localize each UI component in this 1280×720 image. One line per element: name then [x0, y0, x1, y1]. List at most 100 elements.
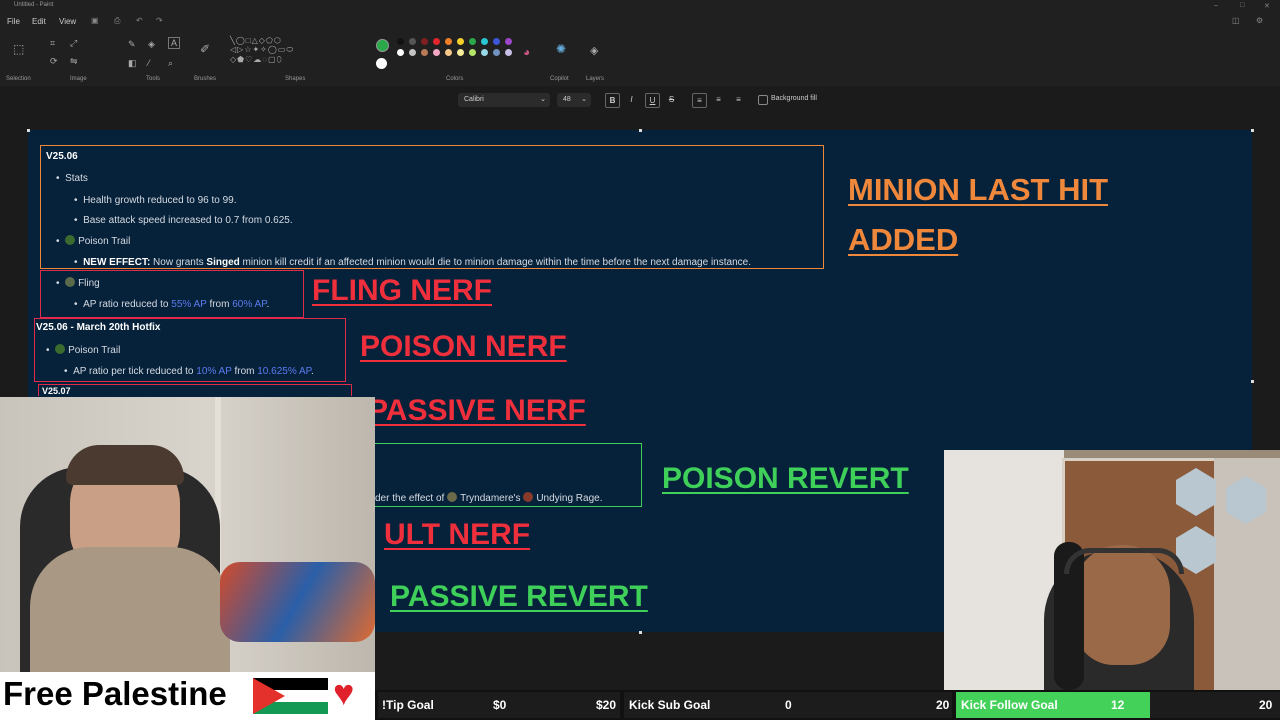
webcam-left — [0, 397, 375, 672]
color-swatch[interactable] — [421, 49, 428, 56]
flip-icon[interactable]: ⇋ — [70, 56, 78, 67]
menu-view[interactable]: View — [59, 17, 76, 26]
color-swatch[interactable] — [397, 38, 404, 45]
list-item: • Poison Trail — [46, 344, 121, 356]
new-effect-label: NEW EFFECT: — [83, 257, 151, 268]
color-picker-icon[interactable]: ⁄ — [148, 58, 150, 68]
pencil-icon[interactable]: ✎ — [128, 39, 136, 50]
text-icon[interactable]: A — [168, 37, 181, 49]
font-family-value: Calibri — [464, 96, 484, 103]
chevron-down-icon: ⌄ — [581, 96, 587, 103]
color-swatch[interactable] — [481, 38, 488, 45]
brush-icon[interactable]: ✐ — [200, 42, 210, 56]
font-family-select[interactable]: Calibri ⌄ — [458, 93, 550, 107]
background-fill-label: Background fill — [771, 95, 817, 102]
annotation-fling-nerf[interactable]: FLING NERF — [312, 274, 492, 308]
annotation-minion-last-hit[interactable]: MINION LAST HIT — [848, 172, 1108, 208]
annotation-poison-revert[interactable]: POISON REVERT — [662, 462, 909, 496]
undo-icon[interactable]: ↶ — [136, 16, 143, 25]
edit-colors-icon[interactable]: ◕ — [523, 45, 530, 59]
group-label-colors: Colors — [446, 76, 464, 82]
background-fill-checkbox[interactable] — [758, 95, 768, 105]
canvas-handle[interactable] — [1251, 129, 1254, 132]
follow-goal-target: 20 — [1259, 698, 1273, 712]
resize-icon[interactable]: ⤢ — [70, 38, 77, 49]
color-swatch[interactable] — [421, 38, 428, 45]
annotation-ult-nerf[interactable]: ULT NERF — [384, 518, 530, 552]
color-swatch[interactable] — [397, 49, 404, 56]
bold-button[interactable]: B — [605, 93, 620, 108]
fling-old-value: 60% AP — [232, 299, 267, 310]
font-size-select[interactable]: 48 ⌄ — [557, 93, 591, 107]
text-box-v2506[interactable] — [40, 145, 824, 269]
color-swatch[interactable] — [457, 49, 464, 56]
menu-edit[interactable]: Edit — [32, 17, 46, 26]
minimize-icon[interactable]: – — [1214, 2, 1218, 9]
align-left-icon[interactable]: ≡ — [692, 93, 707, 108]
layers-icon[interactable]: ◈ — [590, 44, 598, 57]
color-swatch[interactable] — [493, 49, 500, 56]
tip-goal-label: !Tip Goal — [382, 698, 434, 712]
color-swatch[interactable] — [469, 49, 476, 56]
text-box-v2507[interactable] — [38, 384, 352, 396]
secondary-color-swatch[interactable] — [376, 58, 387, 69]
color-swatch[interactable] — [445, 49, 452, 56]
canvas-handle[interactable] — [27, 129, 30, 132]
color-swatch[interactable] — [481, 49, 488, 56]
annotation-passive-revert[interactable]: PASSIVE REVERT — [390, 580, 648, 614]
settings-icon[interactable]: ⚙ — [1256, 16, 1263, 25]
kick-follow-goal: Kick Follow Goal 12 20 — [956, 692, 1280, 718]
palestine-flag-icon — [253, 678, 328, 714]
align-center-icon[interactable]: ≡ — [712, 93, 725, 106]
crop-icon[interactable]: ⌗ — [50, 38, 55, 49]
redo-icon[interactable]: ↷ — [156, 16, 163, 25]
champion-name: Tryndamere's — [460, 493, 521, 504]
align-right-icon[interactable]: ≡ — [732, 93, 745, 106]
color-swatch[interactable] — [433, 49, 440, 56]
color-swatch[interactable] — [409, 38, 416, 45]
shapes-icon[interactable]: ╲◯□△◇⬠⬡ ◁▷☆✦✧◯▭⬭ ◇⬟♡☁◌▢⬯ — [230, 36, 294, 65]
maximize-icon[interactable]: □ — [1240, 2, 1244, 9]
tip-goal-target: $20 — [596, 698, 617, 712]
annotation-passive-nerf[interactable]: PASSIVE NERF — [368, 394, 586, 428]
group-label-layers: Layers — [586, 76, 605, 82]
color-swatch[interactable] — [505, 49, 512, 56]
canvas-handle[interactable] — [639, 631, 642, 634]
color-swatch[interactable] — [409, 49, 416, 56]
strikethrough-button[interactable]: S — [665, 93, 678, 106]
group-label-brushes: Brushes — [194, 76, 217, 82]
annotation-added[interactable]: ADDED — [848, 222, 958, 258]
copilot-icon[interactable]: ✺ — [556, 42, 566, 56]
color-swatch[interactable] — [505, 38, 512, 45]
group-label-selection: Selection — [6, 76, 31, 82]
text-format-bar — [0, 86, 1280, 116]
menu-file[interactable]: File — [7, 17, 20, 26]
share-icon[interactable]: ◫ — [1232, 16, 1240, 25]
canvas-handle[interactable] — [1251, 380, 1254, 383]
close-icon[interactable]: ✕ — [1264, 2, 1270, 10]
color-swatch[interactable] — [457, 38, 464, 45]
rotate-icon[interactable]: ⟳ — [50, 56, 58, 67]
magnifier-icon[interactable]: ⌕ — [168, 58, 173, 69]
undying-note: der the effect of Tryndamere's Undying R… — [375, 492, 602, 504]
print-icon[interactable]: ⎙ — [114, 16, 120, 26]
eraser-icon[interactable]: ◧ — [128, 58, 137, 69]
fill-icon[interactable]: ◈ — [148, 39, 155, 50]
new-effect-text: Now grants — [150, 257, 207, 268]
champion-name: Singed — [206, 257, 240, 268]
menu-bar: File Edit View ▣ ⎙ ↶ ↷ ◫ ⚙ — [0, 12, 1280, 30]
color-swatch[interactable] — [445, 38, 452, 45]
canvas-handle[interactable] — [639, 129, 642, 132]
headphones-icon — [1064, 548, 1184, 574]
selection-icon[interactable]: ⬚ — [13, 42, 24, 56]
color-swatch[interactable] — [433, 38, 440, 45]
primary-color-swatch[interactable] — [376, 39, 389, 52]
save-icon[interactable]: ▣ — [91, 16, 99, 25]
italic-button[interactable]: I — [625, 93, 638, 106]
annotation-poison-nerf[interactable]: POISON NERF — [360, 330, 567, 364]
underline-button[interactable]: U — [645, 93, 660, 108]
follow-goal-label: Kick Follow Goal — [961, 698, 1058, 712]
color-swatch[interactable] — [493, 38, 500, 45]
group-label-tools: Tools — [146, 76, 161, 82]
color-swatch[interactable] — [469, 38, 476, 45]
